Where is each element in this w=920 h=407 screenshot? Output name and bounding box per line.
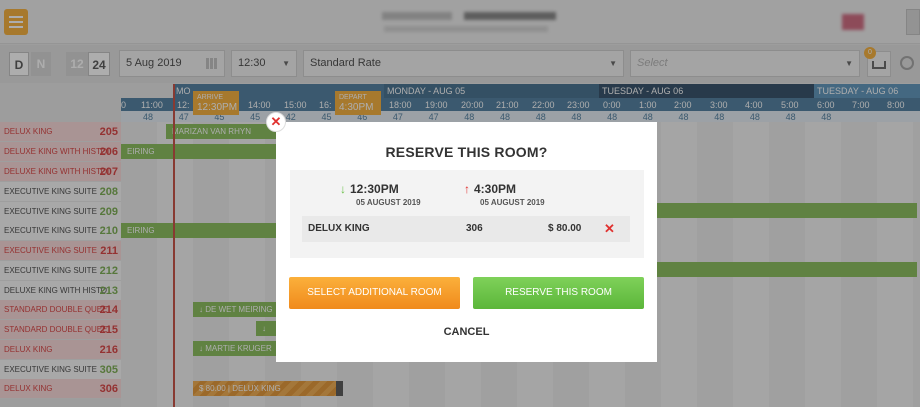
- remove-room-icon[interactable]: ✕: [604, 216, 615, 242]
- room-type: DELUX KING: [308, 223, 370, 234]
- arrive-time: 12:30PM: [350, 182, 399, 196]
- select-additional-room-button[interactable]: SELECT ADDITIONAL ROOM: [289, 277, 460, 309]
- dialog-title: RESERVE THIS ROOM?: [385, 144, 548, 160]
- depart-time: 4:30PM: [474, 182, 517, 196]
- arrive-block: ↓ 12:30PM 05 AUGUST 2019: [340, 182, 421, 207]
- arrow-up-icon: ↑: [464, 182, 470, 196]
- depart-block: ↑ 4:30PM 05 AUGUST 2019: [464, 182, 545, 207]
- arrow-down-icon: ↓: [340, 182, 346, 196]
- reserve-room-button[interactable]: RESERVE THIS ROOM: [473, 277, 644, 309]
- reserve-room-dialog: RESERVE THIS ROOM? ↓ 12:30PM 05 AUGUST 20…: [276, 122, 657, 362]
- cancel-button[interactable]: CANCEL: [276, 326, 657, 338]
- depart-date: 05 AUGUST 2019: [480, 198, 545, 207]
- room-number: 306: [466, 223, 483, 234]
- close-icon[interactable]: ✕: [266, 112, 286, 132]
- arrive-date: 05 AUGUST 2019: [356, 198, 421, 207]
- selected-room-row: DELUX KING 306 $ 80.00 ✕: [302, 216, 630, 242]
- reservation-summary: ↓ 12:30PM 05 AUGUST 2019 ↑ 4:30PM 05 AUGUS…: [290, 170, 644, 258]
- app-window: D N 12 24 5 Aug 2019 12:30 ▼ Standard Ra…: [0, 0, 920, 407]
- room-price: $ 80.00: [548, 223, 582, 234]
